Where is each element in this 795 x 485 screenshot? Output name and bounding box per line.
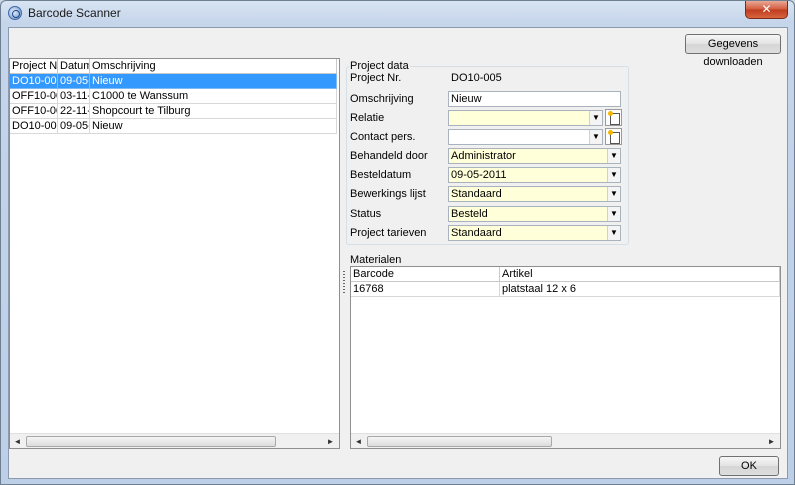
project-tarieven-value: Standaard <box>451 227 502 239</box>
contact-pers-select[interactable]: ▼ <box>448 129 603 145</box>
label-besteldatum: Besteldatum <box>350 169 412 181</box>
cell-datum: 03-11-2 <box>58 89 90 104</box>
download-button[interactable]: Gegevens downloaden <box>685 34 781 68</box>
column-header-barcode[interactable]: Barcode <box>351 267 500 282</box>
label-contact-pers: Contact pers. <box>350 131 416 143</box>
column-header-datum[interactable]: Datum <box>58 59 90 74</box>
chevron-down-icon[interactable]: ▼ <box>607 226 620 240</box>
materialen-grid[interactable]: Barcode Artikel 16768 platstaal 12 x 6 ◄… <box>350 266 781 449</box>
scroll-right-icon[interactable]: ► <box>764 434 779 449</box>
scroll-thumb[interactable] <box>367 436 552 447</box>
project-list[interactable]: Project Nr. Datum Omschrijving DO10-005 … <box>9 58 340 449</box>
column-header-artikel[interactable]: Artikel <box>500 267 780 282</box>
cell-omschrijving: C1000 te Wanssum <box>90 89 337 104</box>
materialen-hscrollbar[interactable]: ◄ ► <box>351 433 780 448</box>
new-relatie-icon[interactable] <box>605 109 622 126</box>
app-icon <box>8 6 22 20</box>
chevron-down-icon[interactable]: ▼ <box>607 149 620 163</box>
label-project-tarieven: Project tarieven <box>350 227 427 239</box>
cell-omschrijving: Shopcourt te Tilburg <box>90 104 337 119</box>
scroll-right-icon[interactable]: ► <box>323 434 338 449</box>
materialen-row[interactable]: 16768 platstaal 12 x 6 <box>351 282 780 297</box>
project-list-hscrollbar[interactable]: ◄ ► <box>10 433 339 448</box>
window-title: Barcode Scanner <box>28 6 121 20</box>
behandeld-door-select[interactable]: Administrator ▼ <box>448 148 621 164</box>
label-omschrijving: Omschrijving <box>350 93 414 105</box>
cell-omschrijving: Nieuw <box>90 119 337 134</box>
chevron-down-icon[interactable]: ▼ <box>607 187 620 201</box>
project-nr-field: DO10-005 <box>448 70 621 86</box>
title-bar[interactable]: Barcode Scanner ✕ <box>1 1 794 25</box>
project-row[interactable]: DO10-005 09-05-2 Nieuw <box>10 74 337 89</box>
project-list-header: Project Nr. Datum Omschrijving <box>10 59 337 74</box>
status-value: Besteld <box>451 208 488 220</box>
cell-barcode: 16768 <box>351 282 500 297</box>
cell-datum: 09-05-2 <box>58 74 90 89</box>
bewerkings-lijst-value: Standaard <box>451 188 502 200</box>
ok-button[interactable]: OK <box>719 456 779 476</box>
close-button[interactable]: ✕ <box>745 1 788 19</box>
chevron-down-icon[interactable]: ▼ <box>607 207 620 221</box>
besteldatum-value: 09-05-2011 <box>451 169 507 181</box>
project-row[interactable]: DO10-006 09-05-2 Nieuw <box>10 119 337 134</box>
materialen-header: Barcode Artikel <box>351 267 780 282</box>
cell-datum: 09-05-2 <box>58 119 90 134</box>
cell-project-nr: DO10-006 <box>10 119 58 134</box>
project-tarieven-select[interactable]: Standaard ▼ <box>448 225 621 241</box>
cell-omschrijving: Nieuw <box>90 74 337 89</box>
project-data-title: Project data <box>349 60 410 72</box>
omschrijving-input[interactable]: Nieuw <box>448 91 621 107</box>
label-behandeld-door: Behandeld door <box>350 150 428 162</box>
cell-artikel: platstaal 12 x 6 <box>500 282 780 297</box>
column-header-omschrijving[interactable]: Omschrijving <box>90 59 337 74</box>
chevron-down-icon[interactable]: ▼ <box>607 168 620 182</box>
column-header-project-nr[interactable]: Project Nr. <box>10 59 58 74</box>
cell-project-nr: OFF10-005 <box>10 104 58 119</box>
chevron-down-icon[interactable]: ▼ <box>589 130 602 144</box>
materialen-title: Materialen <box>349 254 403 266</box>
label-status: Status <box>350 208 382 220</box>
new-contact-icon[interactable] <box>605 128 622 145</box>
cell-datum: 22-11-2 <box>58 104 90 119</box>
client-area: Gegevens downloaden Project Nr. Datum Om… <box>8 27 788 479</box>
scroll-thumb[interactable] <box>26 436 276 447</box>
chevron-down-icon[interactable]: ▼ <box>589 111 602 125</box>
cell-project-nr: DO10-005 <box>10 74 58 89</box>
scroll-left-icon[interactable]: ◄ <box>10 434 25 449</box>
label-relatie: Relatie <box>350 112 385 124</box>
status-select[interactable]: Besteld ▼ <box>448 206 621 222</box>
project-row[interactable]: OFF10-005 22-11-2 Shopcourt te Tilburg <box>10 104 337 119</box>
cell-project-nr: OFF10-006 <box>10 89 58 104</box>
label-bewerkings-lijst: Bewerkings lijst <box>350 188 426 200</box>
barcode-scanner-window: Barcode Scanner ✕ Gegevens downloaden Pr… <box>0 0 795 485</box>
relatie-select[interactable]: ▼ <box>448 110 603 126</box>
behandeld-door-value: Administrator <box>451 150 516 162</box>
project-row[interactable]: OFF10-006 03-11-2 C1000 te Wanssum <box>10 89 337 104</box>
besteldatum-picker[interactable]: 09-05-2011 ▼ <box>448 167 621 183</box>
scroll-left-icon[interactable]: ◄ <box>351 434 366 449</box>
bewerkings-lijst-select[interactable]: Standaard ▼ <box>448 186 621 202</box>
label-project-nr: Project Nr. <box>350 72 402 84</box>
